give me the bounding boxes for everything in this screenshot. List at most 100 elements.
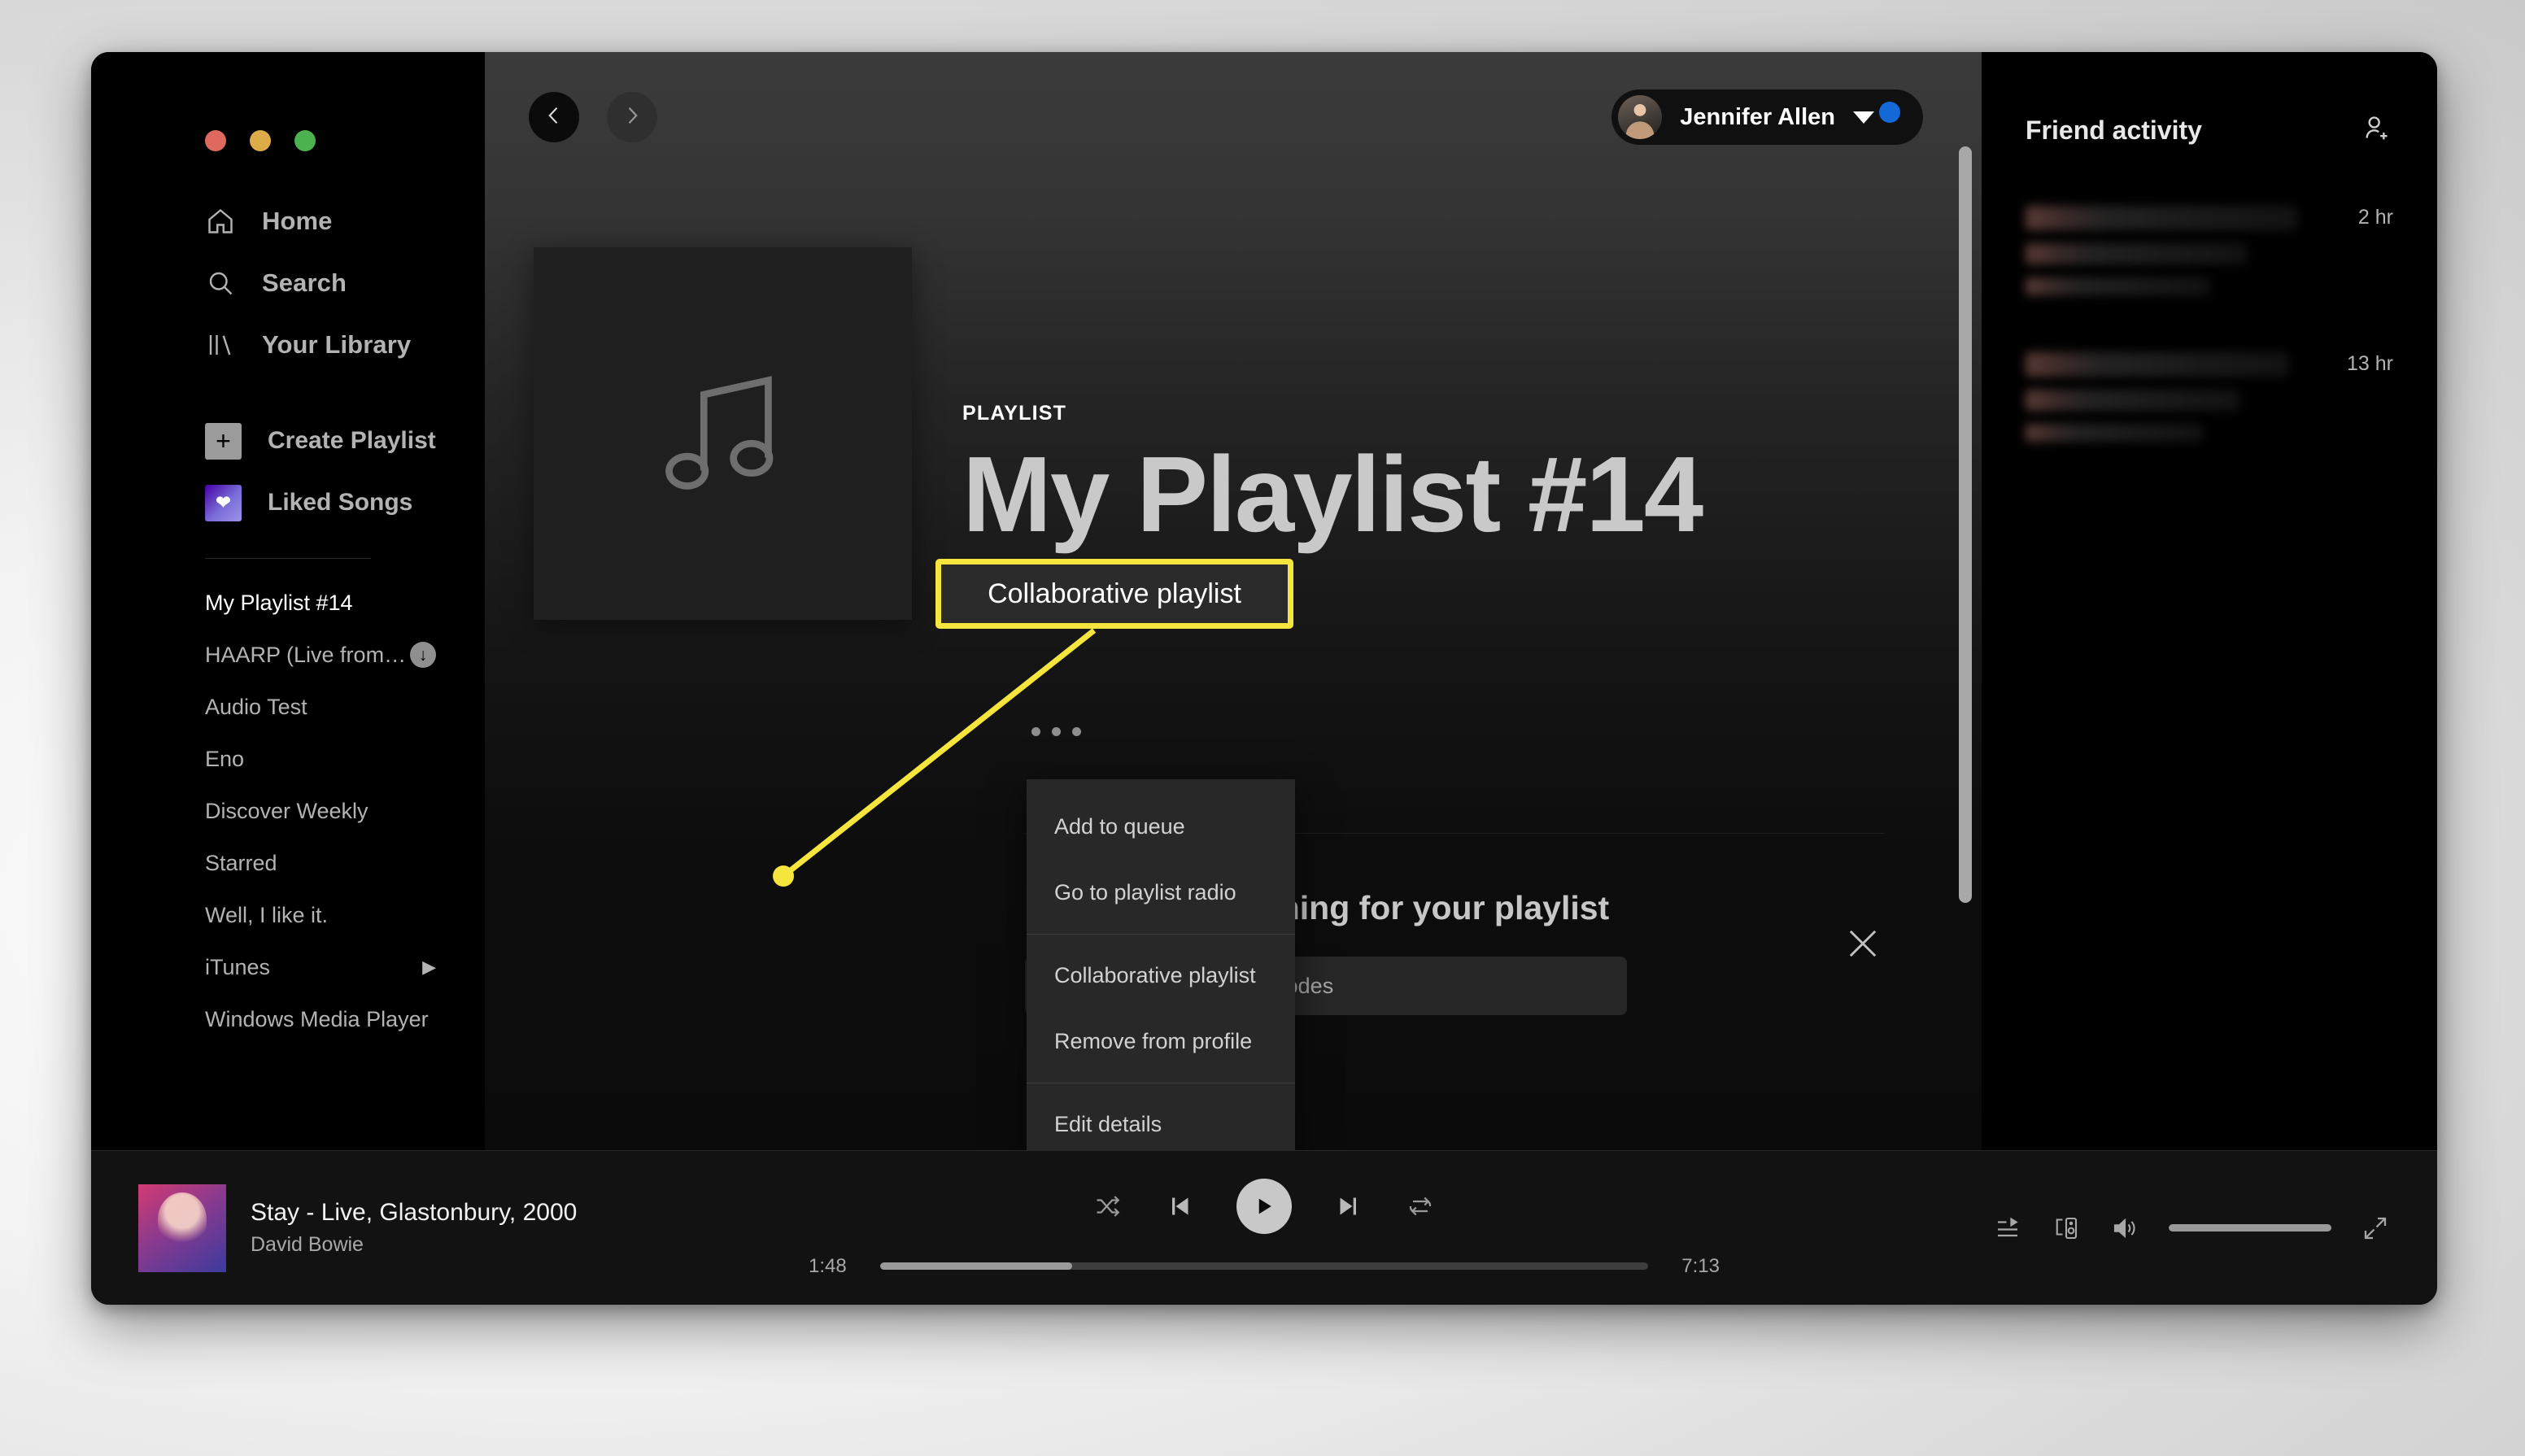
list-item[interactable]: Eno [91, 733, 485, 785]
playlist-label: Windows Media Player [205, 1006, 429, 1031]
liked-songs-button[interactable]: ❤ Liked Songs [91, 472, 485, 534]
main-content: Jennifer Allen PLAYLIST My Playlist #14 [485, 52, 1982, 1150]
queue-icon [1998, 1217, 2018, 1236]
list-item[interactable]: Starred [91, 837, 485, 889]
friend-activity-title: Friend activity [2026, 116, 2202, 145]
list-item[interactable]: 13 hr [2026, 352, 2393, 442]
page-title: My Playlist #14 [962, 434, 1703, 554]
friend-activity-time: 2 hr [2357, 206, 2393, 229]
close-find-section-button[interactable] [1842, 922, 1884, 965]
menu-item-go-to-playlist-radio[interactable]: Go to playlist radio [1027, 860, 1295, 926]
user-name-label: Jennifer Allen [1680, 103, 1835, 130]
search-icon [205, 268, 236, 299]
menu-item-collaborative-playlist[interactable]: Collaborative playlist [1027, 943, 1295, 1009]
queue-button[interactable] [1993, 1214, 2022, 1243]
user-menu-button[interactable]: Jennifer Allen [1611, 89, 1923, 145]
playlist-cover-placeholder[interactable] [534, 247, 912, 620]
window-body: Home Search Your Library + Create Playli… [91, 52, 2437, 1150]
next-track-button[interactable] [1334, 1192, 1363, 1221]
primary-nav: Home Search Your Library [91, 52, 485, 376]
sidebar-item-label: Your Library [262, 330, 412, 359]
list-item[interactable]: Well, I like it. [91, 889, 485, 941]
sidebar-item-your-library[interactable]: Your Library [91, 314, 485, 376]
add-friend-icon[interactable] [2361, 112, 2393, 149]
friend-activity-time: 13 hr [2347, 352, 2393, 375]
friend-activity-content [2026, 206, 2342, 295]
create-playlist-button[interactable]: + Create Playlist [91, 410, 485, 472]
progress-slider[interactable] [880, 1262, 1648, 1270]
minimize-window-button[interactable] [250, 130, 271, 151]
menu-item-edit-details[interactable]: Edit details [1027, 1092, 1295, 1150]
track-title[interactable]: Stay - Live, Glastonbury, 2000 [251, 1199, 577, 1227]
blurred-text [2026, 352, 2288, 377]
blurred-text [2026, 277, 2209, 295]
repeat-icon [1409, 1197, 1432, 1215]
volume-fill [2169, 1224, 2331, 1231]
more-options-button[interactable] [1031, 727, 1081, 736]
progress-bar-row: 1:48 7:13 [809, 1255, 1720, 1278]
playlist-type-label: PLAYLIST [962, 402, 1067, 425]
close-window-button[interactable] [205, 130, 226, 151]
menu-item-label: Remove from profile [1054, 1029, 1253, 1053]
back-button[interactable] [529, 92, 579, 142]
volume-slider[interactable] [2169, 1224, 2331, 1231]
playlist-label: Discover Weekly [205, 798, 369, 823]
avatar [1618, 95, 1663, 139]
fullscreen-icon [2364, 1217, 2387, 1239]
duration-time: 7:13 [1681, 1254, 1720, 1277]
shuffle-icon [1097, 1195, 1120, 1217]
plus-icon: + [205, 422, 242, 460]
sidebar-item-home[interactable]: Home [91, 190, 485, 252]
sidebar-item-search[interactable]: Search [91, 252, 485, 314]
shuffle-button[interactable] [1093, 1192, 1123, 1221]
liked-songs-label: Liked Songs [268, 489, 413, 516]
chevron-right-icon: ▶ [422, 957, 436, 977]
menu-item-label: Go to playlist radio [1054, 880, 1236, 905]
blurred-text [2026, 390, 2239, 411]
main-scrollbar[interactable] [1959, 146, 1972, 903]
play-button[interactable] [1236, 1178, 1292, 1234]
volume-button[interactable] [2110, 1214, 2139, 1243]
list-item[interactable]: My Playlist #14 [91, 577, 485, 629]
list-item[interactable]: Discover Weekly [91, 785, 485, 837]
play-icon [1258, 1198, 1271, 1214]
repeat-button[interactable] [1406, 1192, 1435, 1221]
forward-button[interactable] [607, 92, 657, 142]
playlist-label: HAARP (Live from Wem… [205, 642, 410, 667]
friend-activity-header: Friend activity [2026, 112, 2393, 149]
playlist-meta: PLAYLIST My Playlist #14 Jennifer Allen [912, 247, 1703, 620]
list-item[interactable]: iTunes ▶ [91, 941, 485, 993]
menu-item-add-to-queue[interactable]: Add to queue [1027, 794, 1295, 860]
home-icon [205, 206, 236, 237]
list-item[interactable]: 2 hr [2026, 206, 2393, 295]
now-playing: Stay - Live, Glastonbury, 2000 David Bow… [138, 1184, 643, 1272]
devices-icon [2056, 1217, 2078, 1239]
previous-track-button[interactable] [1165, 1192, 1194, 1221]
track-artist[interactable]: David Bowie [251, 1233, 577, 1257]
list-item[interactable]: Windows Media Player [91, 993, 485, 1045]
fullscreen-button[interactable] [2361, 1214, 2390, 1243]
notification-dot-icon [1879, 102, 1900, 123]
list-item[interactable]: Audio Test [91, 681, 485, 733]
chevron-down-icon [1853, 111, 1874, 124]
topbar: Jennifer Allen [485, 52, 1982, 182]
zoom-window-button[interactable] [294, 130, 316, 151]
elapsed-time: 1:48 [809, 1254, 847, 1277]
menu-item-label: Edit details [1054, 1112, 1162, 1136]
blurred-text [2026, 243, 2248, 264]
playlist-context-menu: Add to queue Go to playlist radio Collab… [1027, 779, 1295, 1150]
traffic-lights [205, 130, 316, 151]
devices-button[interactable] [2052, 1214, 2081, 1243]
next-track-icon [1340, 1197, 1356, 1214]
close-icon [1849, 930, 1877, 957]
friend-activity-panel: Friend activity 2 hr 13 hr [1982, 52, 2437, 1150]
playlist-owner[interactable]: Jennifer Allen [962, 573, 1702, 608]
menu-item-remove-from-profile[interactable]: Remove from profile [1027, 1009, 1295, 1075]
progress-fill [880, 1262, 1072, 1270]
library-icon [205, 329, 236, 360]
playlist-label: Audio Test [205, 694, 307, 719]
now-playing-artwork[interactable] [138, 1184, 226, 1272]
list-item[interactable]: HAARP (Live from Wem… ↓ [91, 629, 485, 681]
chevron-right-icon [621, 104, 643, 131]
sidebar-item-label: Home [262, 207, 333, 235]
